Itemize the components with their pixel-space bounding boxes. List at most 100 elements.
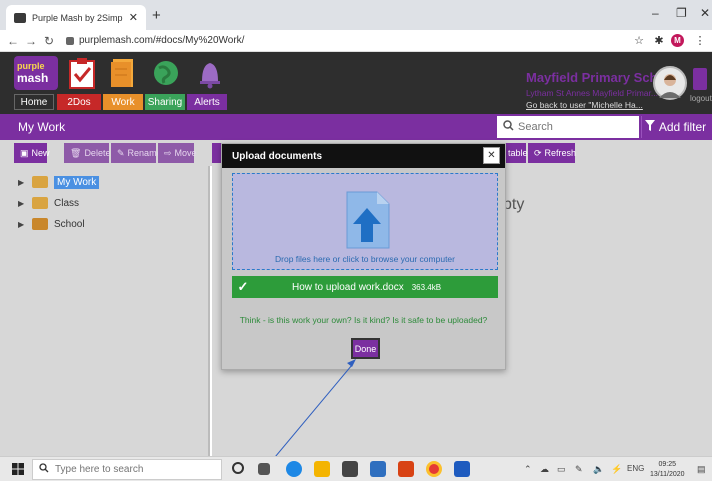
nav-work-button[interactable]: Work [103, 94, 143, 110]
search-icon [39, 463, 49, 476]
file-explorer-icon[interactable] [314, 461, 330, 477]
expand-arrow-icon[interactable]: ▶ [18, 199, 26, 208]
purple-mash-header: purple mash Home 2Dos Work Sharing Alert… [0, 52, 712, 114]
close-tab-icon[interactable]: ✕ [129, 11, 138, 24]
bookmark-star-icon[interactable]: ☆ [631, 34, 647, 47]
store-icon[interactable] [342, 461, 358, 477]
expand-arrow-icon[interactable]: ▶ [18, 178, 26, 187]
new-folder-icon: ▣ [20, 147, 29, 158]
back-icon[interactable]: ← [4, 34, 22, 48]
nav-2dos-button[interactable]: 2Dos [57, 94, 101, 110]
new-label: New [31, 148, 50, 158]
rename-label: Rename [127, 148, 162, 158]
tray-cloud-icon[interactable]: ☁ [540, 464, 549, 475]
windows-start-icon[interactable] [12, 463, 24, 475]
maximize-icon[interactable]: ❐ [676, 6, 687, 20]
page-title: My Work [18, 120, 66, 134]
purple-mash-favicon-icon [14, 12, 26, 23]
logout-label[interactable]: logout [690, 94, 712, 103]
new-button[interactable]: ▣ New [14, 143, 50, 163]
tree-item-class[interactable]: ▶ Class [18, 195, 79, 211]
tray-chevron-icon[interactable]: ⌃ [524, 464, 532, 475]
upload-document-icon [346, 191, 390, 249]
clock-time: 09:25 [658, 461, 677, 468]
tray-language[interactable]: ENG [627, 464, 644, 473]
pencil-icon: ✎ [117, 147, 125, 158]
cortana-icon[interactable] [232, 462, 244, 474]
extensions-icon[interactable]: ✱ [651, 34, 667, 47]
new-tab-icon[interactable]: + [152, 7, 161, 24]
notifications-icon[interactable]: ▤ [697, 464, 706, 475]
refresh-button[interactable]: ⟳ Refresh [528, 143, 577, 163]
nav-sharing-button[interactable]: Sharing [145, 94, 185, 110]
trash-icon: 🗑 [70, 147, 82, 158]
back-to-user-link[interactable]: Go back to user "Michelle Ha... [526, 100, 643, 110]
tree-item-label: Class [54, 197, 80, 209]
lock-icon [66, 36, 74, 45]
tree-item-my-work[interactable]: ▶ My Work [18, 174, 100, 190]
work-folder-icon[interactable] [105, 56, 141, 90]
tray-network-icon[interactable]: ⚡ [611, 464, 622, 475]
tray-battery-icon[interactable]: ▭ [557, 464, 566, 475]
nav-home-button[interactable]: Home [14, 94, 54, 110]
menu-kebab-icon[interactable]: ⋮ [692, 34, 708, 47]
logout-door-icon[interactable] [693, 68, 707, 90]
folder-icon [32, 176, 48, 188]
logo-line2: mash [17, 71, 49, 85]
tree-item-label: School [54, 218, 85, 230]
delete-button[interactable]: 🗑 Delete [64, 143, 110, 163]
tree-item-school[interactable]: ▶ School [18, 216, 85, 232]
my-work-title-bar: My Work Add filter [0, 114, 712, 140]
taskbar-clock[interactable]: 09:25 13/11/2020 [650, 460, 685, 480]
upload-documents-dialog: Upload documents ✕ Drop files here or cl… [221, 143, 506, 370]
nav-alerts-button[interactable]: Alerts [187, 94, 227, 110]
close-window-icon[interactable]: ✕ [700, 6, 710, 20]
search-input[interactable] [518, 121, 628, 133]
url-field[interactable]: purplemash.com/#docs/My%20Work/ [79, 35, 631, 46]
2dos-clipboard-icon[interactable] [64, 56, 100, 90]
search-box [497, 116, 639, 138]
tray-volume-icon[interactable]: 🔈 [593, 464, 604, 475]
refresh-label: Refresh [544, 148, 577, 158]
alerts-bell-icon[interactable] [192, 56, 228, 90]
search-icon [503, 120, 514, 134]
refresh-icon: ⟳ [534, 147, 542, 158]
minimize-icon[interactable]: – [652, 6, 659, 20]
user-avatar[interactable] [653, 66, 687, 100]
tab-title: Purple Mash by 2Simple [32, 12, 123, 23]
school-building-icon [32, 218, 48, 230]
task-view-icon[interactable] [258, 463, 270, 475]
done-button[interactable]: Done [351, 338, 380, 359]
dialog-close-button[interactable]: ✕ [483, 147, 500, 164]
chrome-icon[interactable] [426, 461, 442, 477]
edge-browser-icon[interactable] [286, 461, 302, 477]
tree-item-label: My Work [54, 175, 100, 189]
move-icon: ⇨ [164, 147, 172, 158]
taskbar-search-input[interactable] [55, 464, 205, 475]
rename-button[interactable]: ✎ Rename [111, 143, 162, 163]
office-icon[interactable] [398, 461, 414, 477]
tray-pen-icon[interactable]: ✎ [575, 464, 583, 475]
address-bar: ← → ↻ purplemash.com/#docs/My%20Work/ ☆ … [0, 30, 712, 52]
forward-icon[interactable]: → [22, 34, 40, 48]
purple-mash-logo[interactable]: purple mash [14, 56, 58, 90]
dialog-header: Upload documents [222, 144, 505, 168]
windows-taskbar: ⌃ ☁ ▭ ✎ 🔈 ⚡ ENG 09:25 13/11/2020 ▤ [0, 456, 712, 481]
expand-arrow-icon[interactable]: ▶ [18, 220, 26, 229]
mail-icon[interactable] [370, 461, 386, 477]
class-folder-icon [32, 197, 48, 209]
taskbar-search [32, 459, 222, 480]
file-drop-zone[interactable]: Drop files here or click to browse your … [232, 173, 498, 270]
close-icon: ✕ [487, 150, 496, 161]
table-view-button[interactable]: table [506, 143, 528, 163]
add-filter-button[interactable]: Add filter [641, 116, 709, 138]
filter-funnel-icon [644, 120, 655, 134]
reload-icon[interactable]: ↻ [40, 34, 58, 48]
move-button[interactable]: ⇨ Move [158, 143, 197, 163]
word-icon[interactable] [454, 461, 470, 477]
profile-avatar[interactable]: M [671, 34, 684, 47]
sharing-globe-icon[interactable] [148, 56, 184, 90]
browser-tab[interactable]: Purple Mash by 2Simple ✕ [6, 5, 146, 30]
dialog-title: Upload documents [232, 150, 323, 162]
table-view-label: table [508, 148, 528, 158]
